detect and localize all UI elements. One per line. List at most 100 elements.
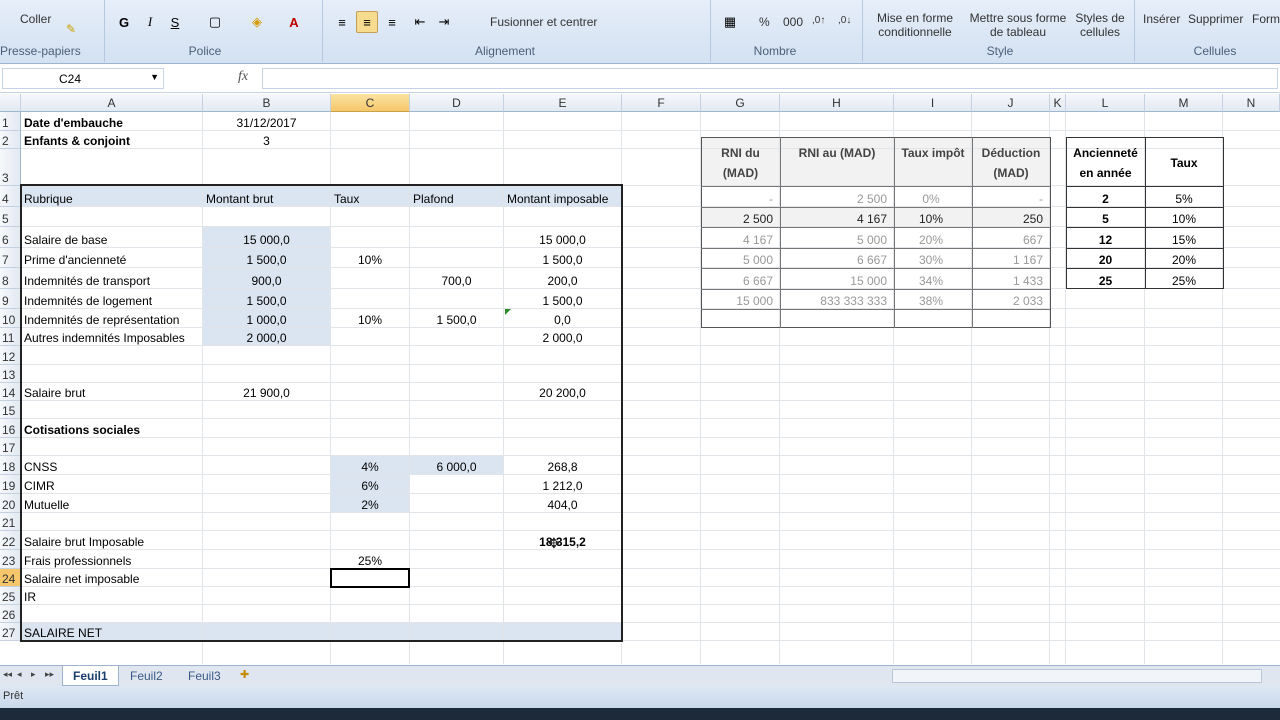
ir-cell[interactable]: 1 167 bbox=[975, 253, 1043, 267]
increase-decimal-icon[interactable]: ,0↑ bbox=[812, 15, 825, 26]
row-header-15[interactable]: 15 bbox=[0, 401, 21, 419]
ir-cell[interactable]: - bbox=[704, 192, 773, 206]
border-icon[interactable]: ▢ bbox=[204, 11, 226, 33]
ir-cell[interactable]: 0% bbox=[897, 192, 965, 206]
ir-cell[interactable]: 2 500 bbox=[783, 192, 887, 206]
ir-cell[interactable]: 30% bbox=[897, 253, 965, 267]
ir-cell[interactable]: 833 333 333 bbox=[783, 294, 887, 308]
ir-cell[interactable]: 15 000 bbox=[783, 274, 887, 288]
ir-cell[interactable]: 38% bbox=[897, 294, 965, 308]
insert-sheet-icon[interactable]: ✚ bbox=[240, 668, 249, 681]
row-header-12[interactable]: 12 bbox=[0, 346, 21, 365]
ir-cell[interactable]: 10% bbox=[897, 212, 965, 226]
underline-button[interactable]: S bbox=[165, 11, 185, 33]
column-header-j[interactable]: J bbox=[972, 94, 1050, 112]
sheet-tab-feuil1[interactable]: Feuil1 bbox=[62, 666, 119, 686]
decrease-decimal-icon[interactable]: ,0↓ bbox=[838, 15, 851, 26]
dependents-value[interactable]: 3 bbox=[206, 134, 327, 148]
seniority-cell[interactable]: 12 bbox=[1068, 233, 1143, 247]
row-header-1[interactable]: 1 bbox=[0, 112, 21, 131]
column-header-a[interactable]: A bbox=[21, 94, 203, 112]
format-painter-icon[interactable]: ✎ bbox=[66, 22, 76, 36]
hire-date-label[interactable]: Date d'embauche bbox=[24, 116, 199, 130]
row-header-11[interactable]: 11 bbox=[0, 328, 21, 346]
row-header-18[interactable]: 18 bbox=[0, 456, 21, 475]
seniority-cell[interactable]: 25% bbox=[1147, 274, 1221, 288]
seniority-header-1[interactable]: Taux bbox=[1147, 153, 1221, 173]
seniority-cell[interactable]: 15% bbox=[1147, 233, 1221, 247]
row-header-5[interactable]: 5 bbox=[0, 207, 21, 227]
merge-center-button[interactable]: Fusionner et centrer bbox=[490, 15, 597, 29]
format-button[interactable]: Form bbox=[1252, 12, 1280, 26]
column-header-c[interactable]: C bbox=[331, 94, 410, 112]
paste-button[interactable]: Coller bbox=[20, 12, 51, 26]
row-header-6[interactable]: 6 bbox=[0, 227, 21, 248]
active-cell-selection[interactable] bbox=[330, 568, 410, 588]
ir-cell[interactable]: 2 033 bbox=[975, 294, 1043, 308]
column-header-n[interactable]: N bbox=[1223, 94, 1280, 112]
align-left-icon[interactable]: ≡ bbox=[332, 11, 352, 33]
ir-header-1[interactable]: RNI au (MAD) bbox=[782, 143, 892, 163]
increase-indent-icon[interactable]: ⇥ bbox=[434, 11, 454, 33]
insert-button[interactable]: Insérer bbox=[1143, 12, 1180, 26]
ir-cell[interactable]: 6 667 bbox=[783, 253, 887, 267]
spreadsheet-grid[interactable]: A B C D E F G H I J K L M N 1 2 3 4 5 6 7 8 9 10 11 12 13 14 15 16 17 1… bbox=[0, 94, 1280, 664]
column-header-e[interactable]: E bbox=[504, 94, 622, 112]
cell-styles-button[interactable]: Styles de cellules bbox=[1070, 11, 1130, 39]
ir-cell[interactable]: 20% bbox=[897, 233, 965, 247]
horizontal-scrollbar[interactable] bbox=[892, 669, 1262, 683]
seniority-cell[interactable]: 20% bbox=[1147, 253, 1221, 267]
ir-header-2[interactable]: Taux impôt bbox=[896, 143, 970, 163]
column-header-l[interactable]: L bbox=[1066, 94, 1145, 112]
seniority-cell[interactable]: 20 bbox=[1068, 253, 1143, 267]
decrease-indent-icon[interactable]: ⇤ bbox=[410, 11, 430, 33]
column-header-k[interactable]: K bbox=[1050, 94, 1066, 112]
row-header-3[interactable]: 3 bbox=[0, 149, 21, 186]
row-header-2[interactable]: 2 bbox=[0, 131, 21, 149]
conditional-format-button[interactable]: Mise en forme conditionnelle bbox=[868, 11, 962, 39]
ir-cell[interactable]: 5 000 bbox=[704, 253, 773, 267]
row-header-23[interactable]: 23 bbox=[0, 550, 21, 569]
row-header-20[interactable]: 20 bbox=[0, 494, 21, 513]
row-header-26[interactable]: 26 bbox=[0, 605, 21, 623]
ir-cell[interactable]: 2 500 bbox=[704, 212, 773, 226]
table-format-button[interactable]: Mettre sous forme de tableau bbox=[964, 11, 1072, 39]
column-header-h[interactable]: H bbox=[780, 94, 894, 112]
seniority-header-0[interactable]: Ancienneté en année bbox=[1068, 143, 1143, 183]
row-header-16[interactable]: 16 bbox=[0, 419, 21, 438]
row-header-27[interactable]: 27 bbox=[0, 623, 21, 641]
tab-nav-icon[interactable]: ▸▸ bbox=[45, 669, 54, 680]
row-header-10[interactable]: 10 bbox=[0, 309, 21, 328]
row-header-14[interactable]: 14 bbox=[0, 383, 21, 401]
ir-header-0[interactable]: RNI du (MAD) bbox=[703, 143, 778, 183]
italic-button[interactable]: I bbox=[140, 11, 160, 33]
sheet-tab-feuil3[interactable]: Feuil3 bbox=[178, 666, 231, 686]
fill-color-icon[interactable]: ◈ bbox=[246, 11, 268, 33]
select-all-corner[interactable] bbox=[0, 94, 21, 112]
ir-header-3[interactable]: Déduction (MAD) bbox=[974, 143, 1048, 183]
function-icon[interactable]: fx bbox=[238, 69, 248, 85]
row-header-17[interactable]: 17 bbox=[0, 438, 21, 456]
accounting-format-icon[interactable]: ▦ bbox=[718, 11, 742, 33]
row-header-22[interactable]: 22 bbox=[0, 531, 21, 550]
ir-cell[interactable]: 6 667 bbox=[704, 274, 773, 288]
row-header-24[interactable]: 24 bbox=[0, 569, 21, 587]
percent-button[interactable]: % bbox=[759, 15, 770, 29]
ir-cell[interactable]: 4 167 bbox=[783, 212, 887, 226]
dependents-label[interactable]: Enfants & conjoint bbox=[24, 134, 199, 148]
row-header-9[interactable]: 9 bbox=[0, 289, 21, 309]
hire-date-value[interactable]: 31/12/2017 bbox=[206, 116, 327, 130]
column-header-b[interactable]: B bbox=[203, 94, 331, 112]
ir-cell[interactable]: 34% bbox=[897, 274, 965, 288]
font-color-icon[interactable]: A bbox=[283, 11, 305, 33]
ir-cell[interactable]: 4 167 bbox=[704, 233, 773, 247]
ir-cell[interactable]: 15 000 bbox=[704, 294, 773, 308]
row-header-4[interactable]: 4 bbox=[0, 186, 21, 207]
align-center-icon[interactable]: ≡ bbox=[356, 11, 378, 33]
column-header-d[interactable]: D bbox=[410, 94, 504, 112]
row-header-13[interactable]: 13 bbox=[0, 365, 21, 383]
ir-cell[interactable]: 5 000 bbox=[783, 233, 887, 247]
ir-cell[interactable]: 250 bbox=[975, 212, 1043, 226]
ir-cell[interactable]: 667 bbox=[975, 233, 1043, 247]
align-right-icon[interactable]: ≡ bbox=[382, 11, 402, 33]
